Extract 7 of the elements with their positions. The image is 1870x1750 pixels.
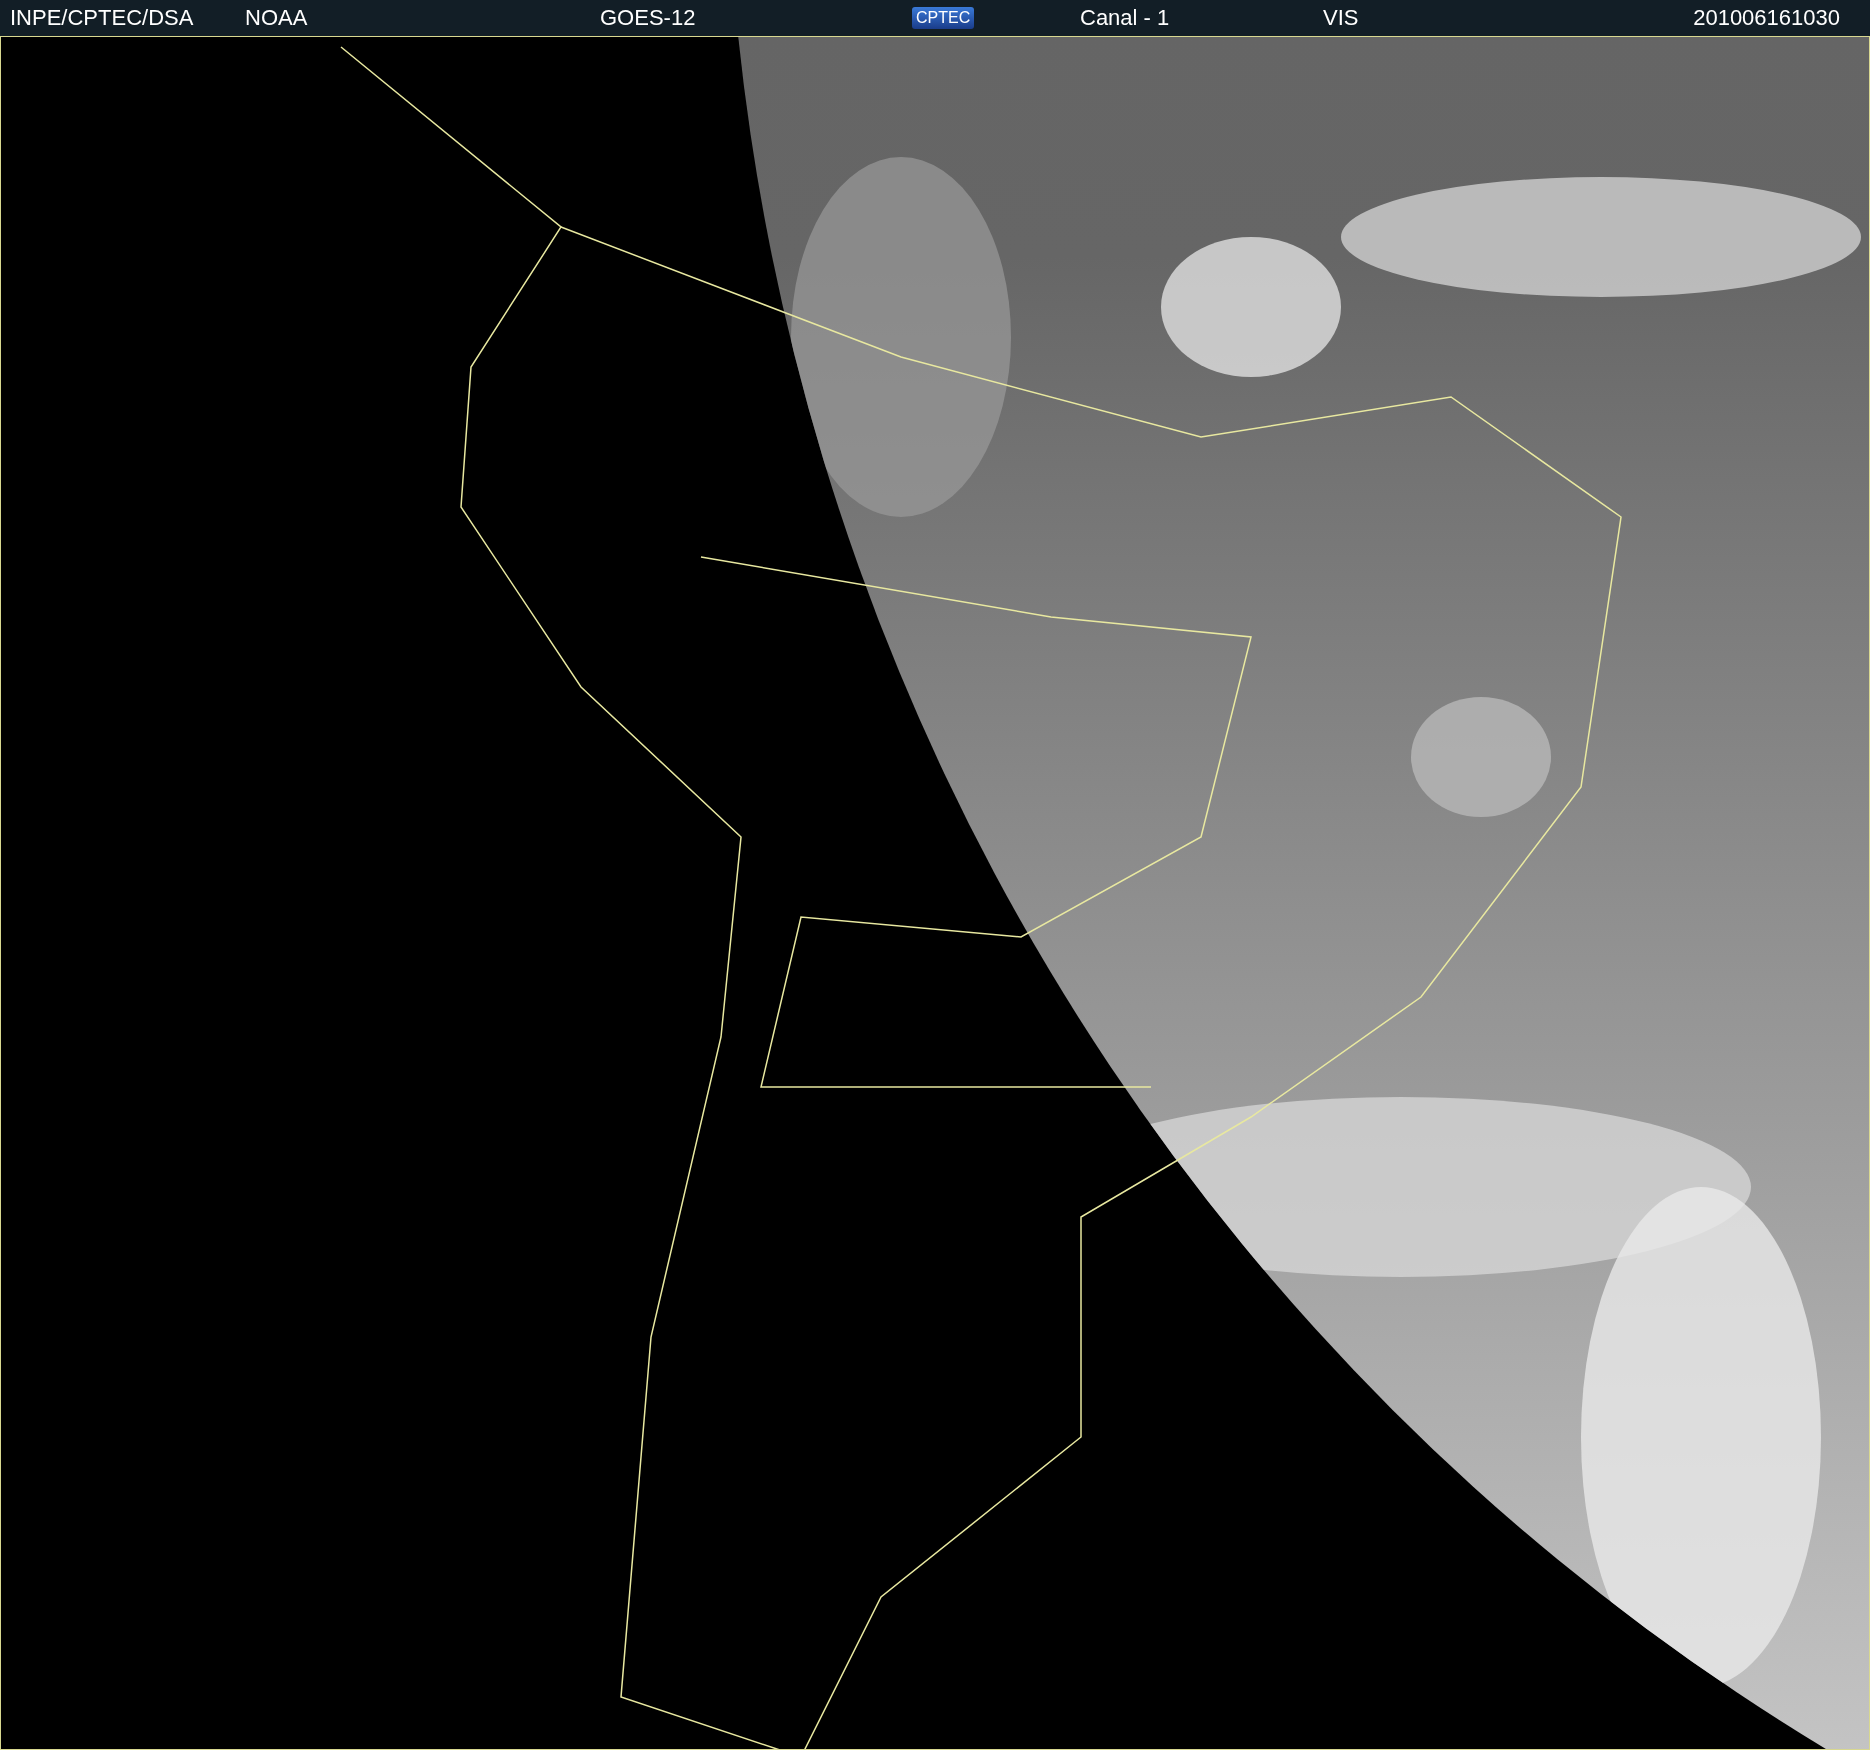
- timestamp-label: 201006161030: [1693, 5, 1840, 31]
- channel-label: Canal - 1: [1080, 5, 1171, 31]
- agency-label: NOAA: [245, 5, 309, 31]
- band-label: VIS: [1323, 5, 1360, 31]
- logo: CPTEC: [912, 7, 975, 29]
- satellite-label: GOES-12: [600, 5, 697, 31]
- source-label: INPE/CPTEC/DSA: [10, 5, 195, 31]
